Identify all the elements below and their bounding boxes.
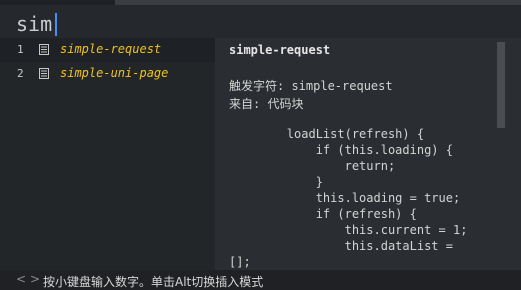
code-line: this.loading = true; xyxy=(229,191,461,205)
detail-pane: simple-request 触发字符: simple-request 来自: … xyxy=(215,38,521,270)
code-line: []; xyxy=(229,255,251,269)
code-line: this.dataList = xyxy=(229,239,453,253)
suggestion-label: simple-uni-page xyxy=(60,66,169,80)
suggestion-number: 2 xyxy=(17,67,24,80)
code-line: if (this.loading) { xyxy=(229,143,453,157)
code-line: this.current = 1; xyxy=(229,223,468,237)
code-line: return; xyxy=(229,159,396,173)
status-hint: 按小键盘输入数字。单击Alt切换插入模式 xyxy=(43,275,264,289)
typed-text[interactable]: sim xyxy=(16,12,52,36)
suggestion-number: 1 xyxy=(17,43,24,56)
next-page-button[interactable]: > xyxy=(30,272,40,286)
detail-title: simple-request xyxy=(229,43,331,57)
detail-trigger-line: 触发字符: simple-request xyxy=(229,79,393,93)
suggestion-label: simple-request xyxy=(60,42,162,56)
document-icon xyxy=(39,44,49,55)
text-caret xyxy=(55,13,57,36)
suggestion-item-simple-request[interactable]: 1 simple-request xyxy=(0,38,215,62)
status-bar: < > 按小键盘输入数字。单击Alt切换插入模式 xyxy=(0,270,521,290)
code-line: } xyxy=(229,175,323,189)
detail-scrollbar-thumb[interactable] xyxy=(497,42,505,128)
previous-page-button[interactable]: < xyxy=(16,272,26,286)
code-line: loadList(refresh) { xyxy=(229,127,425,141)
code-line: if (refresh) { xyxy=(229,207,417,221)
detail-source-line: 来自: 代码块 xyxy=(229,97,304,111)
suggestion-list: 1 simple-request 2 simple-uni-page xyxy=(0,38,215,270)
snippet-completion-popup: sim 1 simple-request 2 simple-uni-page s… xyxy=(0,0,521,290)
editor-input-line[interactable]: sim xyxy=(0,5,521,38)
suggestion-item-simple-uni-page[interactable]: 2 simple-uni-page xyxy=(0,62,215,86)
document-icon xyxy=(39,68,49,79)
